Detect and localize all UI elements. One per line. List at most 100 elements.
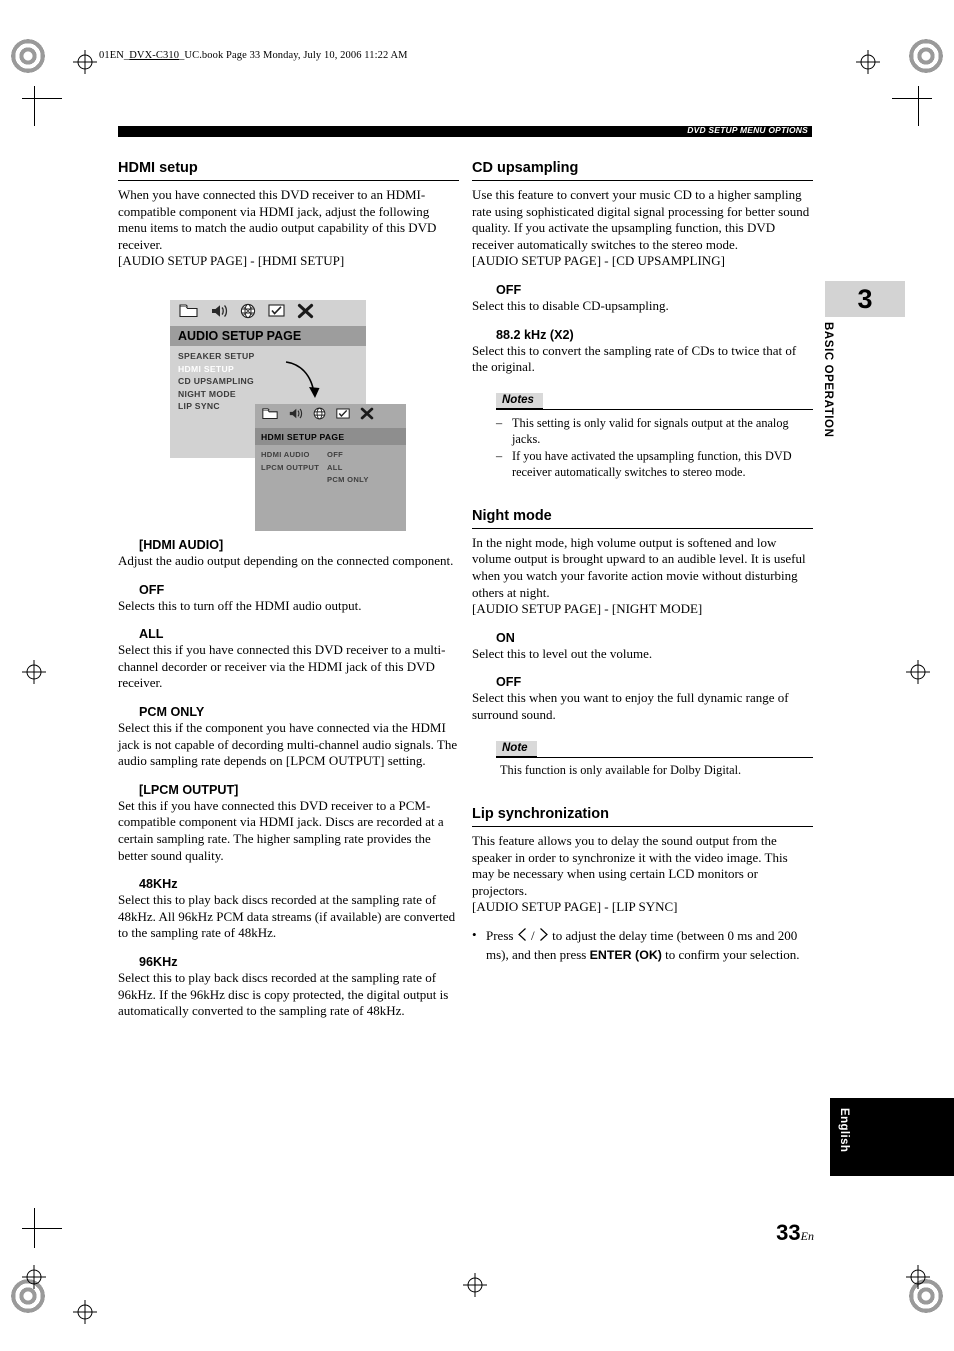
- pointer-arrow-icon: [285, 361, 320, 398]
- registration-mark-top-left: [10, 38, 46, 74]
- lpcm-output-body: Set this if you have connected this DVD …: [118, 797, 444, 863]
- speaker-icon-sub: [288, 407, 303, 425]
- crosshair-bottom-left-2: [73, 1300, 97, 1324]
- left-cursor-icon: [517, 927, 528, 947]
- bullet-dot: •: [472, 927, 477, 943]
- crosshair-top-right: [856, 50, 880, 74]
- hdmi-audio-all-text: Select this if you have connected this D…: [118, 642, 446, 691]
- lpcm-96khz-text: Select this to play back discs recorded …: [118, 969, 449, 1019]
- heading-cd-upsampling: CD upsampling: [472, 160, 813, 181]
- osd-sub-row-hdmi-audio[interactable]: HDMI AUDIO OFF: [261, 449, 401, 462]
- night-mode-on-text: Select this to level out the volume.: [472, 645, 653, 661]
- book-header-model: DVX-C310: [129, 50, 180, 61]
- night-mode-intro: In the night mode, high volume output is…: [472, 534, 806, 600]
- lip-sync-bullet-text: Press / to adjust the delay time (betwee…: [486, 927, 813, 963]
- hdmi-audio-off-text: Selects this to turn off the HDMI audio …: [118, 597, 362, 613]
- osd-sub-row-extra[interactable]: PCM ONLY: [261, 474, 401, 487]
- exit-x-icon-sub: [360, 407, 374, 425]
- osd-menu-item-night-mode[interactable]: NIGHT MODE: [178, 388, 358, 401]
- preferences-checkbox-icon: [268, 303, 285, 323]
- right-cursor-icon: [538, 927, 549, 947]
- osd-menu-item-hdmi-setup[interactable]: HDMI SETUP: [178, 363, 358, 376]
- osd-main-icon-row: [170, 300, 366, 326]
- note-text-1: This setting is only valid for signals o…: [512, 415, 789, 446]
- heading-hdmi-audio: [HDMI AUDIO]: [139, 538, 224, 552]
- lip-sync-press: Press: [486, 928, 514, 944]
- heading-lpcm-96khz: 96KHz: [139, 954, 178, 969]
- osd-illustration: AUDIO SETUP PAGE SPEAKER SETUP HDMI SETU…: [170, 300, 406, 531]
- trim-mark-bl-h: [22, 1228, 62, 1229]
- notes-rule: [496, 408, 813, 410]
- osd-menu-item-speaker-setup[interactable]: SPEAKER SETUP: [178, 350, 358, 363]
- preferences-checkbox-icon-sub: [336, 407, 350, 425]
- lpcm-48khz-text: Select this to play back discs recorded …: [118, 892, 456, 941]
- osd-sub-icon-row: [255, 404, 406, 428]
- trim-mark-tl-v: [34, 86, 35, 126]
- folder-icon-sub: [262, 407, 278, 425]
- note-label: Note: [496, 740, 537, 757]
- osd-sub-value-pcm-only: PCM ONLY: [327, 475, 369, 484]
- crosshair-mid-left: [22, 660, 46, 684]
- trim-mark-tr-h: [892, 98, 932, 99]
- heading-hdmi-audio-all: ALL: [139, 627, 164, 642]
- crosshair-bottom-right: [906, 1265, 930, 1289]
- language-label: English: [838, 1108, 850, 1153]
- heading-lip-synchronization: Lip synchronization: [472, 800, 813, 828]
- crosshair-bottom-left: [22, 1265, 46, 1289]
- book-header-line: 01EN_DVX-C310_UC.book Page 33 Monday, Ju…: [99, 50, 408, 61]
- globe-icon-sub: [313, 407, 326, 425]
- notes-label: Notes: [496, 392, 543, 409]
- osd-sub-title: HDMI SETUP PAGE: [255, 428, 406, 445]
- left-column: HDMI setup When you have connected this …: [118, 160, 459, 270]
- osd-sub-row-lpcm-output[interactable]: LPCM OUTPUT ALL: [261, 462, 401, 475]
- chapter-name-vertical: BASIC OPERATION: [822, 322, 834, 438]
- osd-sub-key-lpcm-output: LPCM OUTPUT: [261, 462, 320, 472]
- globe-icon: [240, 303, 256, 324]
- registration-mark-top-right: [908, 38, 944, 74]
- chapter-number: 3: [857, 283, 873, 314]
- heading-lpcm-output: [LPCM OUTPUT]: [139, 782, 239, 797]
- night-mode-note-text: This function is only available for Dolb…: [500, 762, 742, 777]
- notes-block-cd-upsampling: Notes – This setting is only valid for si…: [496, 390, 813, 480]
- cursor-separator: /: [530, 928, 535, 944]
- hdmi-audio-pcm-only-text: Select this if the component you have co…: [118, 719, 458, 769]
- notes-list: – This setting is only valid for signals …: [496, 415, 813, 480]
- crosshair-top-left: [73, 50, 97, 74]
- book-header-rest: _UC.book Page 33 Monday, July 10, 2006 1…: [179, 50, 408, 61]
- trim-mark-bl-v: [34, 1208, 35, 1248]
- note-dash: –: [496, 448, 503, 463]
- hdmi-setup-path: [AUDIO SETUP PAGE] - [HDMI SETUP]: [118, 253, 345, 269]
- exit-x-icon: [297, 303, 314, 324]
- page-number-block: 33En: [776, 1220, 814, 1246]
- page-number-suffix: En: [800, 1229, 814, 1243]
- osd-menu-item-cd-upsampling[interactable]: CD UPSAMPLING: [178, 375, 358, 388]
- osd-sub-rows: HDMI AUDIO OFF LPCM OUTPUT ALL PCM ONLY: [261, 449, 401, 487]
- cd-upsampling-off-text: Select this to disable CD-upsampling.: [472, 297, 669, 313]
- heading-night-mode-off: OFF: [496, 675, 522, 690]
- hdmi-setup-intro: When you have connected this DVD receive…: [118, 187, 437, 252]
- osd-sub-panel: HDMI SETUP PAGE HDMI AUDIO OFF LPCM OUTP…: [255, 404, 406, 531]
- running-head-label: DVD SETUP MENU OPTIONS: [687, 125, 808, 135]
- cd-upsampling-intro: Use this feature to convert your music C…: [472, 187, 810, 252]
- osd-sub-value-off: OFF: [327, 450, 344, 459]
- osd-sub-key-hdmi-audio: HDMI AUDIO: [261, 450, 310, 459]
- heading-night-mode-on: ON: [496, 630, 515, 645]
- enter-ok-label: ENTER (OK): [589, 947, 662, 962]
- cd-upsampling-882-text: Select this to convert the sampling rate…: [472, 342, 797, 375]
- heading-cd-upsampling-off: OFF: [496, 282, 522, 297]
- note-dash: –: [496, 415, 503, 430]
- lip-sync-confirm-text: to confirm your selection.: [665, 946, 800, 962]
- left-column-continued: [HDMI AUDIO] Adjust the audio output dep…: [118, 538, 459, 1020]
- page-number: 33: [776, 1220, 801, 1245]
- heading-cd-upsampling-882: 88.2 kHz (X2): [496, 327, 574, 342]
- lip-sync-intro: This feature allows you to delay the sou…: [472, 833, 788, 898]
- note-item: – This setting is only valid for signals …: [496, 415, 813, 447]
- manual-page: 01EN_DVX-C310_UC.book Page 33 Monday, Ju…: [0, 0, 954, 1351]
- running-head-bar: DVD SETUP MENU OPTIONS: [118, 125, 812, 137]
- book-header-prefix: 01EN_: [99, 50, 130, 61]
- note-rule: [496, 756, 813, 758]
- speaker-icon: [210, 303, 228, 324]
- note-item: – If you have activated the upsampling fu…: [496, 448, 813, 480]
- lip-sync-path: [AUDIO SETUP PAGE] - [LIP SYNC]: [472, 899, 678, 915]
- night-mode-path: [AUDIO SETUP PAGE] - [NIGHT MODE]: [472, 601, 703, 617]
